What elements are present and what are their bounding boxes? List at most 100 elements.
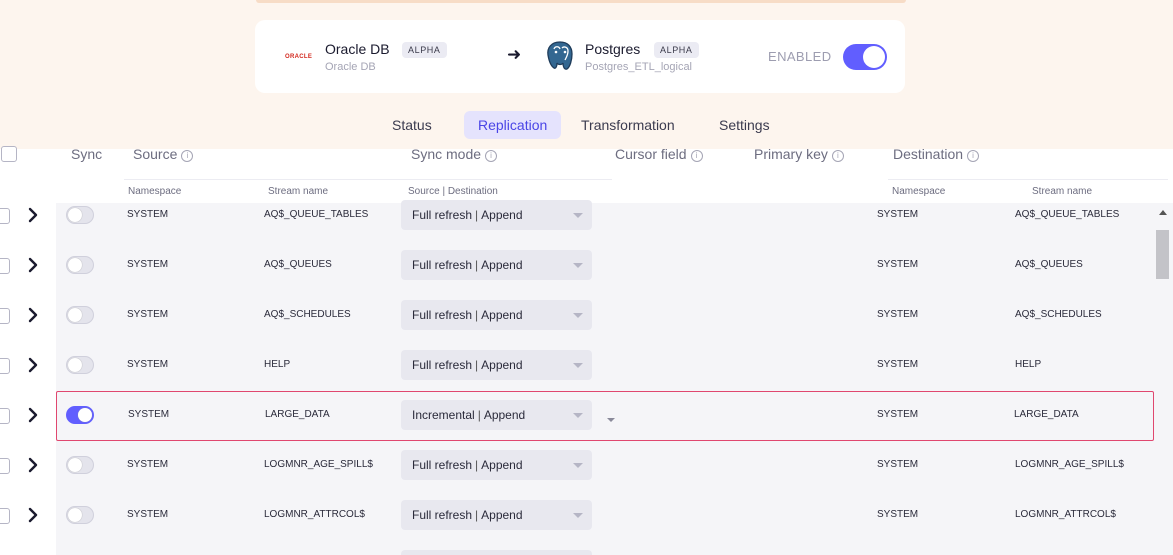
info-icon[interactable]: i bbox=[690, 150, 703, 162]
sync-mode-select[interactable]: Full refresh | Append bbox=[401, 500, 592, 530]
header-sync-mode: Sync mode i bbox=[411, 146, 498, 162]
chevron-right-icon[interactable] bbox=[27, 356, 39, 374]
scrollbar-thumb[interactable] bbox=[1156, 230, 1169, 279]
chevron-right-icon[interactable] bbox=[27, 406, 39, 424]
table-row[interactable]: SYSTEM LARGE_DATA Incremental | Append SYSTEM… bbox=[0, 391, 1173, 441]
toggle-knob bbox=[78, 408, 92, 422]
sync-mode-select[interactable]: Full refresh | Append bbox=[401, 250, 592, 280]
chevron-down-icon bbox=[573, 513, 583, 518]
sync-mode-destination: Append bbox=[483, 408, 526, 422]
destination-stream-name: AQ$_SCHEDULES bbox=[1015, 309, 1102, 320]
destination-namespace: SYSTEM bbox=[877, 459, 919, 470]
header-source: Source i bbox=[133, 146, 194, 162]
header-sync-mode-label: Sync mode bbox=[411, 146, 482, 162]
sync-mode-source: Full refresh bbox=[412, 508, 473, 522]
enabled-label: ENABLED bbox=[768, 49, 832, 64]
sync-toggle[interactable] bbox=[66, 456, 94, 474]
toggle-knob bbox=[68, 308, 82, 322]
select-all-checkbox[interactable] bbox=[1, 146, 17, 162]
chevron-right-icon[interactable] bbox=[27, 506, 39, 524]
sync-mode-destination: Append bbox=[481, 308, 523, 322]
sync-toggle[interactable] bbox=[66, 306, 94, 324]
sync-mode-select[interactable]: Incremental | Append bbox=[401, 400, 592, 430]
toggle-knob bbox=[68, 458, 82, 472]
source-subtitle: Oracle DB bbox=[325, 61, 376, 73]
row-checkbox[interactable] bbox=[0, 408, 10, 424]
table-row[interactable]: SYSTEM LOGMNR_AGE_SPILL$ Full refresh | Appe… bbox=[0, 441, 1173, 491]
sync-toggle[interactable] bbox=[66, 506, 94, 524]
chevron-down-icon bbox=[573, 263, 583, 268]
source-namespace: SYSTEM bbox=[127, 309, 169, 320]
sync-mode-separator: | bbox=[475, 208, 479, 222]
sync-mode-separator: | bbox=[475, 308, 479, 322]
table-row[interactable]: SYSTEM AQ$_QUEUE_TABLES Full refresh | Appen… bbox=[0, 191, 1173, 241]
connection-card: ORACLE Oracle DB Oracle DB ALPHA ➜ Postg… bbox=[255, 20, 905, 93]
tab-status[interactable]: Status bbox=[378, 111, 446, 139]
destination-stream-name: AQ$_QUEUES bbox=[1015, 259, 1083, 270]
destination-stream-name: HELP bbox=[1015, 359, 1042, 370]
sync-mode-source: Full refresh bbox=[412, 308, 473, 322]
chevron-down-icon bbox=[573, 363, 583, 368]
sync-mode-source: Full refresh bbox=[412, 458, 473, 472]
toggle-knob bbox=[68, 508, 82, 522]
row-checkbox[interactable] bbox=[0, 508, 10, 524]
chevron-right-icon[interactable] bbox=[27, 206, 39, 224]
sync-mode-separator: | bbox=[475, 258, 479, 272]
destination-namespace: SYSTEM bbox=[877, 359, 919, 370]
header-destination: Destination i bbox=[893, 146, 980, 162]
sync-mode-select[interactable]: Full refresh | Append bbox=[401, 300, 592, 330]
sync-mode-select-partial bbox=[401, 550, 592, 555]
cursor-field-dropdown-icon[interactable] bbox=[607, 418, 615, 422]
row-checkbox[interactable] bbox=[0, 258, 10, 274]
destination-subtitle: Postgres_ETL_logical bbox=[585, 61, 693, 73]
row-checkbox[interactable] bbox=[0, 208, 10, 224]
source-stream-name: AQ$_SCHEDULES bbox=[264, 309, 351, 320]
sync-mode-select[interactable]: Full refresh | Append bbox=[401, 200, 592, 230]
chevron-right-icon[interactable] bbox=[27, 256, 39, 274]
sync-toggle[interactable] bbox=[66, 406, 94, 424]
row-checkbox[interactable] bbox=[0, 458, 10, 474]
sync-mode-select[interactable]: Full refresh | Append bbox=[401, 450, 592, 480]
sync-mode-destination: Append bbox=[481, 508, 523, 522]
postgres-elephant-icon bbox=[547, 41, 573, 70]
sync-mode-separator: | bbox=[475, 458, 479, 472]
table-row[interactable]: SYSTEM AQ$_SCHEDULES Full refresh | Append SY… bbox=[0, 291, 1173, 341]
info-icon[interactable]: i bbox=[485, 150, 498, 162]
destination-stream-name: LARGE_DATA bbox=[1014, 409, 1079, 420]
table-row[interactable]: SYSTEM AQ$_QUEUES Full refresh | Append SYSTE… bbox=[0, 241, 1173, 291]
table-row[interactable]: SYSTEM LOGMNR_ATTRCOL$ Full refresh | Append… bbox=[0, 491, 1173, 541]
sync-mode-select[interactable]: Full refresh | Append bbox=[401, 350, 592, 380]
sync-toggle[interactable] bbox=[66, 356, 94, 374]
info-icon[interactable]: i bbox=[181, 150, 194, 162]
destination-stream-name: LOGMNR_AGE_SPILL$ bbox=[1015, 459, 1124, 470]
sync-mode-source: Incremental bbox=[412, 408, 475, 422]
chevron-down-icon bbox=[573, 413, 583, 418]
chevron-down-icon bbox=[573, 313, 583, 318]
destination-namespace: SYSTEM bbox=[877, 209, 919, 220]
header-sync-label: Sync bbox=[71, 146, 103, 162]
chevron-right-icon[interactable] bbox=[27, 456, 39, 474]
sync-mode-destination: Append bbox=[481, 358, 523, 372]
source-stream-name: AQ$_QUEUE_TABLES bbox=[264, 209, 369, 220]
source-namespace: SYSTEM bbox=[127, 209, 169, 220]
chevron-down-icon bbox=[573, 463, 583, 468]
toggle-knob bbox=[68, 208, 82, 222]
tab-settings[interactable]: Settings bbox=[705, 111, 784, 139]
row-checkbox[interactable] bbox=[0, 358, 10, 374]
source-namespace: SYSTEM bbox=[127, 259, 169, 270]
row-checkbox[interactable] bbox=[0, 308, 10, 324]
chevron-right-icon[interactable] bbox=[27, 306, 39, 324]
sync-toggle[interactable] bbox=[66, 206, 94, 224]
source-alpha-badge: ALPHA bbox=[402, 42, 447, 58]
oracle-logo: ORACLE bbox=[285, 54, 313, 60]
scroll-up-icon[interactable] bbox=[1159, 210, 1167, 215]
tab-transformation[interactable]: Transformation bbox=[567, 111, 689, 139]
destination-name: Postgres bbox=[585, 41, 641, 57]
info-icon[interactable]: i bbox=[831, 150, 844, 162]
sync-toggle[interactable] bbox=[66, 256, 94, 274]
sync-mode-destination: Append bbox=[481, 208, 523, 222]
tab-replication[interactable]: Replication bbox=[464, 111, 562, 139]
connection-enabled-toggle[interactable] bbox=[843, 44, 887, 70]
table-row[interactable]: SYSTEM HELP Full refresh | Append SYSTEM HELP bbox=[0, 341, 1173, 391]
info-icon[interactable]: i bbox=[967, 150, 980, 162]
